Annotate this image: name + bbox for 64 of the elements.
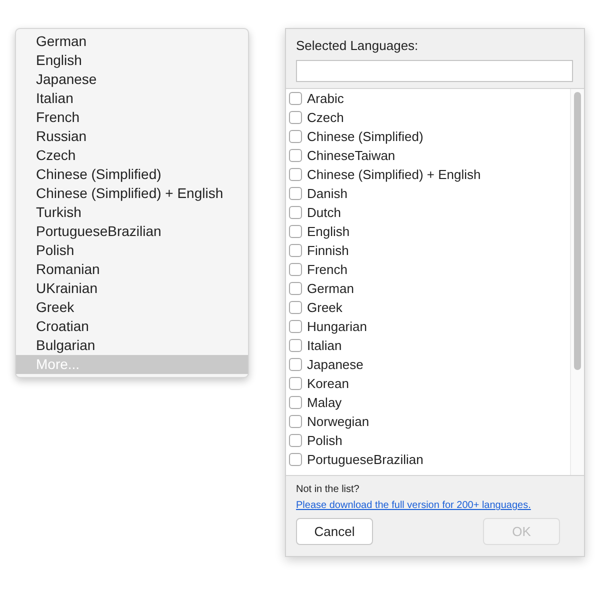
language-label: PortugueseBrazilian (307, 452, 424, 467)
checkbox[interactable] (289, 130, 302, 143)
menu-item[interactable]: Turkish (16, 203, 248, 222)
language-label: French (307, 262, 348, 277)
language-label: Dutch (307, 205, 341, 220)
checkbox[interactable] (289, 339, 302, 352)
menu-item[interactable]: German (16, 32, 248, 51)
checkbox[interactable] (289, 187, 302, 200)
menu-item[interactable]: Romanian (16, 260, 248, 279)
language-label: Danish (307, 186, 348, 201)
language-label: Korean (307, 376, 349, 391)
menu-item[interactable]: PortugueseBrazilian (16, 222, 248, 241)
scrollbar[interactable] (570, 89, 584, 475)
download-link[interactable]: Please download the full version for 200+ languages. (286, 496, 531, 511)
language-label: English (307, 224, 350, 239)
checkbox[interactable] (289, 263, 302, 276)
menu-item[interactable]: Chinese (Simplified) + English (16, 184, 248, 203)
checkbox[interactable] (289, 92, 302, 105)
checkbox[interactable] (289, 453, 302, 466)
menu-item[interactable]: Chinese (Simplified) (16, 165, 248, 184)
language-label: Hungarian (307, 319, 367, 334)
checkbox[interactable] (289, 434, 302, 447)
language-label: German (307, 281, 354, 296)
language-label: Finnish (307, 243, 349, 258)
menu-item[interactable]: Japanese (16, 70, 248, 89)
language-label: Chinese (Simplified) + English (307, 167, 481, 182)
menu-item[interactable]: Czech (16, 146, 248, 165)
language-label: Czech (307, 110, 344, 125)
checkbox[interactable] (289, 358, 302, 371)
search-field[interactable] (296, 60, 573, 82)
language-label: Greek (307, 300, 342, 315)
language-label: Japanese (307, 357, 364, 372)
checkbox[interactable] (289, 206, 302, 219)
language-label: Polish (307, 433, 342, 448)
language-label: Chinese (Simplified) (307, 129, 424, 144)
menu-item[interactable]: English (16, 51, 248, 70)
menu-item[interactable]: UKrainian (16, 279, 248, 298)
language-label: Italian (307, 338, 342, 353)
checkbox[interactable] (289, 282, 302, 295)
dialog-title: Selected Languages: (295, 37, 420, 53)
menu-item[interactable]: Polish (16, 241, 248, 260)
checkbox[interactable] (289, 111, 302, 124)
checkbox[interactable] (289, 244, 302, 257)
menu-item[interactable]: Bulgarian (16, 336, 248, 355)
scrollbar-thumb[interactable] (574, 92, 581, 370)
checkbox[interactable] (289, 149, 302, 162)
menu-item[interactable]: Greek (16, 298, 248, 317)
language-label: Arabic (307, 91, 344, 106)
checkbox[interactable] (289, 168, 302, 181)
note-text: Not in the list? (295, 483, 360, 495)
cancel-button[interactable]: Cancel (296, 518, 373, 545)
checkbox[interactable] (289, 320, 302, 333)
language-label: ChineseTaiwan (307, 148, 396, 163)
checkbox[interactable] (289, 377, 302, 390)
language-label: Malay (307, 395, 342, 410)
menu-item[interactable]: Russian (16, 127, 248, 146)
menu-item[interactable]: Italian (16, 89, 248, 108)
language-label: Norwegian (307, 414, 370, 429)
checkbox[interactable] (289, 301, 302, 314)
menu-item[interactable]: Croatian (16, 317, 248, 336)
checkbox[interactable] (289, 396, 302, 409)
menu-item[interactable]: French (16, 108, 248, 127)
checkbox[interactable] (289, 225, 302, 238)
checkbox[interactable] (289, 415, 302, 428)
